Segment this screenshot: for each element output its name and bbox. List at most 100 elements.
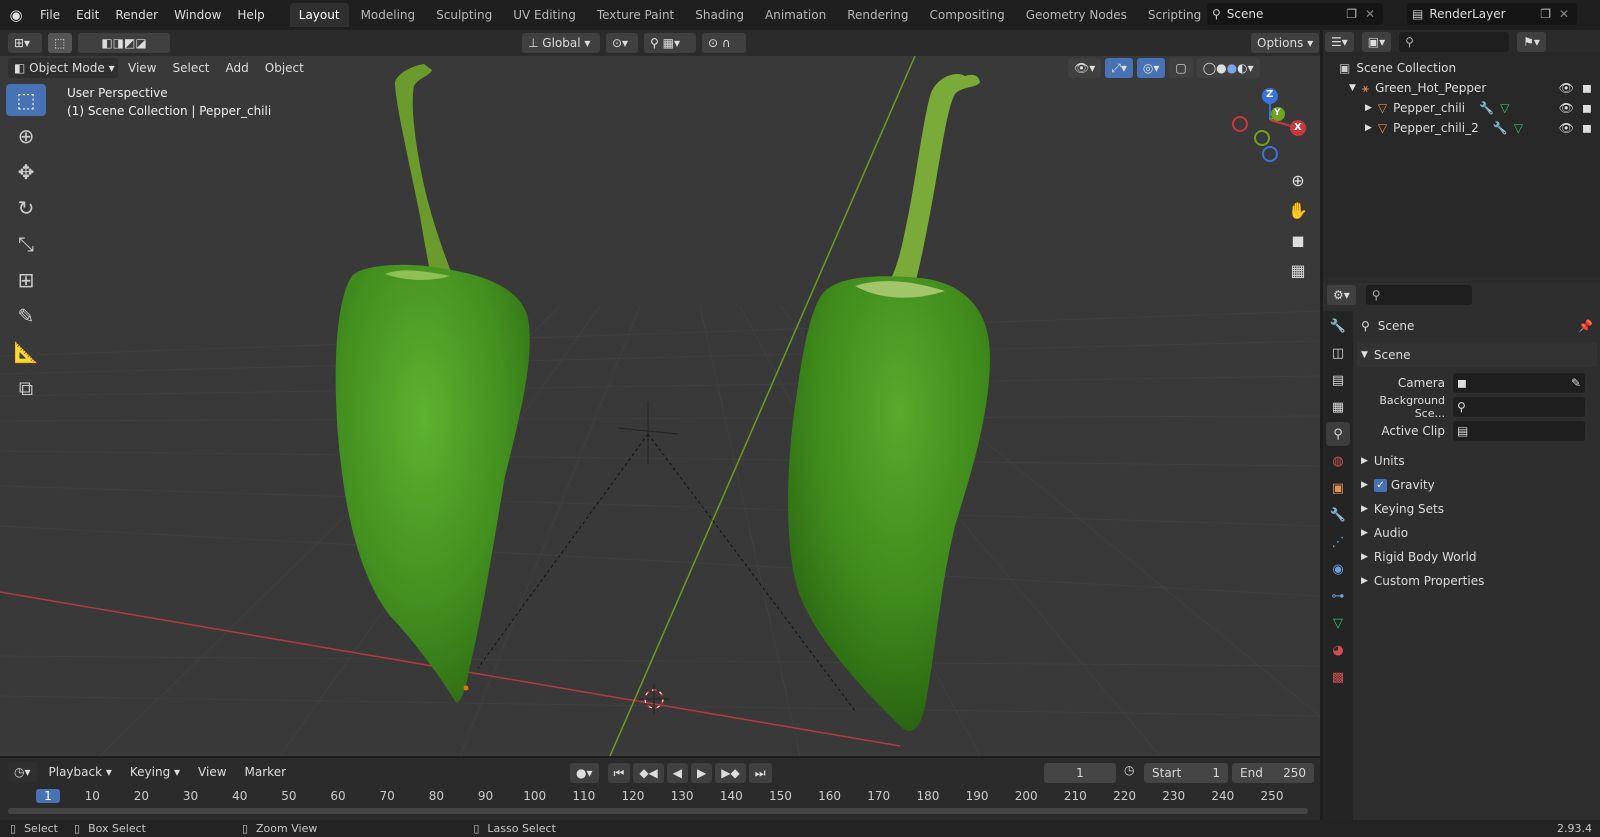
rotate-tool-icon[interactable]: ↻: [6, 192, 46, 224]
3d-cursor[interactable]: [639, 684, 669, 714]
3d-viewport[interactable]: User Perspective (1) Scene Collection | …: [0, 56, 1320, 756]
tab-compositing[interactable]: Compositing: [920, 3, 1013, 27]
visibility-eye-icon[interactable]: 👁: [1559, 121, 1574, 135]
world-tab-icon[interactable]: ◍: [1326, 449, 1350, 473]
timeline-scrollbar[interactable]: [8, 808, 1308, 814]
background-scene-field[interactable]: ⚲: [1453, 397, 1585, 417]
tab-scripting[interactable]: Scripting: [1139, 3, 1210, 27]
modifier-tab-icon[interactable]: 🔧: [1326, 503, 1350, 527]
constraints-tab-icon[interactable]: ⊶: [1326, 584, 1350, 608]
modifier-wrench-icon[interactable]: 🔧: [1479, 101, 1494, 115]
tab-rendering[interactable]: Rendering: [838, 3, 917, 27]
render-tab-icon[interactable]: ◫: [1326, 341, 1350, 365]
snap-toggle[interactable]: ⚲ ▦▾: [644, 33, 696, 53]
xray-icon[interactable]: ▢: [1169, 58, 1193, 78]
render-layer-name[interactable]: RenderLayer: [1429, 7, 1505, 21]
zoom-icon[interactable]: ⊕: [1284, 166, 1312, 194]
outliner-type-icon[interactable]: ☰▾: [1325, 32, 1354, 52]
tab-layout[interactable]: Layout: [289, 3, 349, 27]
measure-tool-icon[interactable]: 📐: [6, 336, 46, 368]
panel-keying-sets[interactable]: ▶ Keying Sets: [1357, 497, 1597, 521]
menu-file[interactable]: File: [32, 2, 68, 28]
mesh-data-icon[interactable]: ▽: [1514, 121, 1523, 135]
outliner-item-pepper-chili-2[interactable]: ▶ ▽ Pepper_chili_2 🔧 ▽ 👁 ◼: [1339, 118, 1600, 138]
view-layer-tab-icon[interactable]: ▦: [1326, 395, 1350, 419]
expand-icon[interactable]: ▶: [1365, 103, 1372, 113]
camera-field[interactable]: ◼ ✎: [1453, 373, 1585, 393]
visibility-eye-icon[interactable]: 👁: [1559, 101, 1574, 115]
ortho-grid-icon[interactable]: ▦: [1284, 256, 1312, 284]
outliner-item-pepper-chili[interactable]: ▶ ▽ Pepper_chili 🔧 ▽ 👁 ◼: [1339, 98, 1600, 118]
physics-tab-icon[interactable]: ◉: [1326, 557, 1350, 581]
mesh-data-icon[interactable]: ▽: [1500, 101, 1509, 115]
annotate-tool-icon[interactable]: ✎: [6, 300, 46, 332]
overlay-toggle-icon[interactable]: ◎▾: [1136, 58, 1166, 78]
tab-animation[interactable]: Animation: [756, 3, 835, 27]
panel-gravity[interactable]: ▶ ✓ Gravity: [1357, 473, 1597, 497]
current-frame-marker[interactable]: 1: [36, 789, 60, 803]
menu-render[interactable]: Render: [107, 2, 166, 28]
menu-select[interactable]: Select: [166, 58, 215, 78]
menu-window[interactable]: Window: [166, 2, 229, 28]
panel-rigid-body-world[interactable]: ▶ Rigid Body World: [1357, 545, 1597, 569]
scale-tool-icon[interactable]: ⤡: [6, 228, 46, 260]
proportional-edit[interactable]: ⊙ ∩: [702, 33, 746, 53]
expand-icon[interactable]: ▼: [1349, 83, 1356, 93]
object-tab-icon[interactable]: ▣: [1326, 476, 1350, 500]
panel-audio[interactable]: ▶ Audio: [1357, 521, 1597, 545]
texture-tab-icon[interactable]: ▩: [1326, 665, 1350, 689]
menu-edit[interactable]: Edit: [68, 2, 107, 28]
tab-uv-editing[interactable]: UV Editing: [504, 3, 585, 27]
remove-layer-icon[interactable]: ✕: [1559, 7, 1569, 21]
blender-logo-icon[interactable]: ◉: [0, 0, 32, 30]
outliner-search-input[interactable]: ⚲: [1399, 32, 1510, 52]
active-clip-field[interactable]: ▤: [1453, 421, 1585, 441]
transform-tool-icon[interactable]: ⊞: [6, 264, 46, 296]
pan-hand-icon[interactable]: ✋: [1284, 196, 1312, 224]
remove-scene-icon[interactable]: ✕: [1365, 7, 1375, 21]
copy-layer-icon[interactable]: ❐: [1540, 7, 1551, 21]
tool-tab-icon[interactable]: 🔧: [1326, 314, 1350, 338]
gizmo-toggle-icon[interactable]: ⤢▾: [1105, 58, 1133, 78]
select-box-tool-icon[interactable]: ⬚: [6, 84, 46, 116]
output-tab-icon[interactable]: ▤: [1326, 368, 1350, 392]
move-tool-icon[interactable]: ✥: [6, 156, 46, 188]
properties-search-input[interactable]: ⚲: [1365, 285, 1472, 305]
active-tool-icon[interactable]: ⬚: [48, 33, 72, 53]
tab-geometry-nodes[interactable]: Geometry Nodes: [1017, 3, 1136, 27]
render-layer-selector[interactable]: ▤ RenderLayer ❐ ✕: [1407, 3, 1577, 25]
shading-modes[interactable]: ◯● ● ◐▾: [1196, 58, 1260, 78]
menu-view[interactable]: View: [122, 58, 162, 78]
outliner-root[interactable]: ▣ Scene Collection: [1339, 58, 1600, 78]
outliner-item-green-hot-pepper[interactable]: ▼ ⚹ Green_Hot_Pepper 👁 ◼: [1339, 78, 1600, 98]
cursor-tool-icon[interactable]: ⊕: [6, 120, 46, 152]
expand-icon[interactable]: ▶: [1365, 123, 1372, 133]
scene-name[interactable]: Scene: [1227, 7, 1264, 21]
pepper-chili-mesh[interactable]: [335, 64, 530, 703]
material-tab-icon[interactable]: ◕: [1326, 638, 1350, 662]
render-camera-icon[interactable]: ◼: [1582, 81, 1592, 95]
add-cube-tool-icon[interactable]: ⧉: [6, 372, 46, 404]
camera-object[interactable]: [617, 401, 679, 464]
tab-sculpting[interactable]: Sculpting: [427, 3, 501, 27]
menu-add[interactable]: Add: [220, 58, 255, 78]
camera-view-icon[interactable]: ◼: [1284, 226, 1312, 254]
scene-tab-icon[interactable]: ⚲: [1326, 422, 1350, 446]
copy-scene-icon[interactable]: ❐: [1346, 7, 1357, 21]
render-camera-icon[interactable]: ◼: [1582, 101, 1592, 115]
modifier-wrench-icon[interactable]: 🔧: [1493, 121, 1508, 135]
scene-selector[interactable]: ⚲ Scene ❐ ✕: [1207, 3, 1383, 25]
display-mode-icon[interactable]: ▣▾: [1361, 32, 1392, 52]
pivot-select[interactable]: ⊙▾: [606, 33, 638, 53]
gravity-checkbox[interactable]: ✓: [1373, 478, 1387, 492]
panel-scene-header[interactable]: ▼ Scene: [1357, 343, 1597, 367]
editor-type-button[interactable]: ⊞▾: [8, 33, 42, 53]
panel-units[interactable]: ▶ Units: [1357, 449, 1597, 473]
visibility-icon[interactable]: 👁▾: [1068, 58, 1102, 78]
filter-icon[interactable]: ⚑▾: [1517, 32, 1546, 52]
orientation-select[interactable]: ⊥ Global ▾: [522, 33, 600, 53]
options-button[interactable]: Options ▾: [1251, 33, 1320, 53]
tab-modeling[interactable]: Modeling: [352, 3, 425, 27]
mode-select[interactable]: ◧ Object Mode ▾: [8, 58, 118, 78]
menu-object[interactable]: Object: [259, 58, 310, 78]
